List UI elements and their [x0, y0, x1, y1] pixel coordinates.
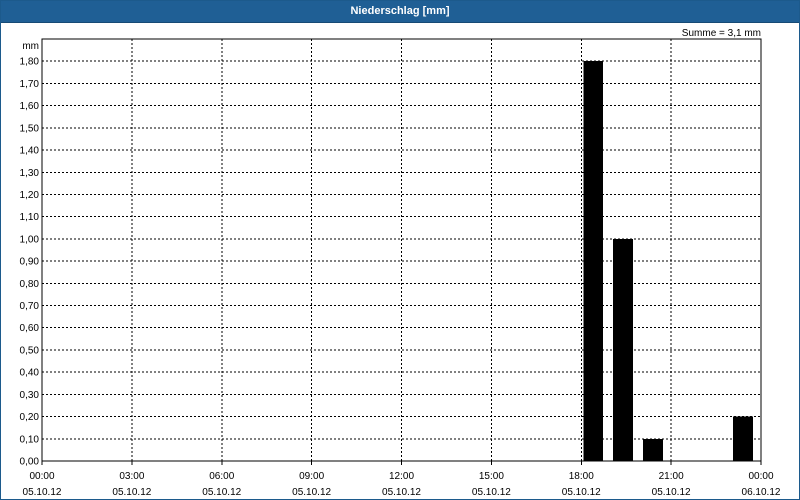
x-tick-time-label: 03:00	[119, 471, 144, 482]
y-tick-label: 1,10	[20, 212, 40, 223]
y-tick-label: 0,20	[20, 412, 40, 423]
plot-frame	[41, 38, 762, 462]
precipitation-bar	[583, 61, 604, 462]
y-tick-label: 1,70	[20, 79, 40, 90]
x-tick-date-label: 05.10.12	[652, 487, 691, 498]
y-tick-label: 0,70	[20, 301, 40, 312]
y-tick-label: 1,50	[20, 123, 40, 134]
x-tick-date-label: 05.10.12	[23, 487, 62, 498]
x-tick-date-label: 05.10.12	[112, 487, 151, 498]
y-tick-label: 0,00	[20, 457, 40, 468]
precipitation-bar	[643, 438, 664, 461]
y-tick-label: 0,50	[20, 345, 40, 356]
y-tick-label: 0,80	[20, 279, 40, 290]
x-tick-time-label: 09:00	[299, 471, 324, 482]
y-axis-unit-label: mm	[22, 41, 39, 52]
x-tick-time-label: 12:00	[389, 471, 414, 482]
y-tick-label: 0,40	[20, 368, 40, 379]
y-tick-label: 1,60	[20, 101, 40, 112]
y-tick-label: 0,30	[20, 390, 40, 401]
precipitation-chart: 0,00 0,10 0,20 0,30 0,40 0,50 0,60 0,70 0,80 0,90…	[20, 38, 781, 498]
x-tick-date-label: 05.10.12	[382, 487, 421, 498]
y-tick-label: 1,40	[20, 146, 40, 157]
precipitation-bar	[613, 238, 634, 461]
x-tick-date-label: 06.10.12	[742, 487, 781, 498]
x-tick-time-label: 00:00	[748, 471, 773, 482]
y-tick-label: 1,30	[20, 168, 40, 179]
precipitation-bar	[733, 416, 753, 461]
x-tick-time-label: 18:00	[569, 471, 594, 482]
x-tick-date-label: 05.10.12	[202, 487, 241, 498]
y-tick-label: 1,00	[20, 234, 40, 245]
y-tick-label: 1,20	[20, 190, 40, 201]
x-tick-time-label: 06:00	[209, 471, 234, 482]
x-tick-date-label: 05.10.12	[472, 487, 511, 498]
x-tick-time-label: 00:00	[29, 471, 54, 482]
y-tick-label: 0,10	[20, 434, 40, 445]
x-tick-time-label: 15:00	[479, 471, 504, 482]
x-tick-date-label: 05.10.12	[562, 487, 601, 498]
y-tick-label: 0,90	[20, 257, 40, 268]
chart-window: Niederschlag [mm] Summe = 3,1 mm 0,00 0,1…	[0, 0, 800, 500]
y-tick-label: 0,60	[20, 323, 40, 334]
x-tick-date-label: 05.10.12	[292, 487, 331, 498]
x-tick-time-label: 21:00	[659, 471, 684, 482]
y-tick-label: 1,80	[20, 57, 40, 68]
